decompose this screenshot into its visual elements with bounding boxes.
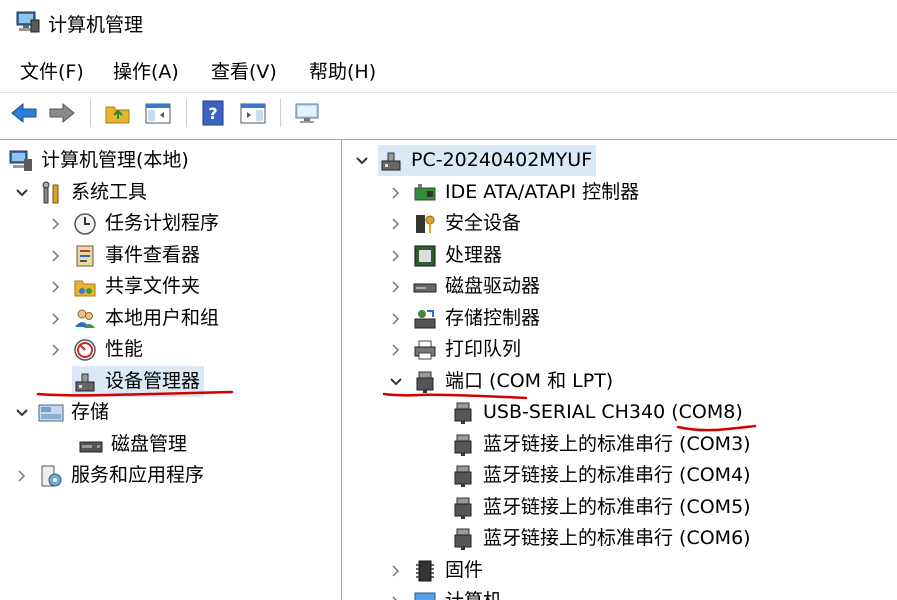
- tree-item-local-users-groups[interactable]: 本地用户和组: [48, 303, 219, 334]
- window-title: 计算机管理: [48, 14, 144, 36]
- forward-icon[interactable]: [46, 97, 78, 129]
- tree-item-port-com3[interactable]: 蓝牙链接上的标准串行 (COM3): [450, 429, 751, 460]
- tree-item-system-tools[interactable]: 系统工具: [14, 177, 147, 208]
- up-folder-icon[interactable]: [102, 97, 134, 129]
- tree-item-computer-category[interactable]: 计算机: [388, 586, 502, 600]
- port-icon: [450, 400, 476, 426]
- chevron-right-icon[interactable]: [48, 279, 64, 295]
- toolbar: ?: [0, 92, 897, 133]
- tree-item-processors[interactable]: 处理器: [388, 240, 502, 271]
- chevron-right-icon[interactable]: [388, 342, 404, 358]
- processor-icon: [412, 243, 438, 269]
- chevron-down-icon[interactable]: [14, 185, 30, 201]
- tree-item-services-apps[interactable]: 服务和应用程序: [14, 460, 204, 491]
- chevron-right-icon[interactable]: [48, 342, 64, 358]
- security-key-icon: [412, 211, 438, 237]
- port-icon: [412, 369, 438, 395]
- tree-item-port-com5[interactable]: 蓝牙链接上的标准串行 (COM5): [450, 492, 751, 523]
- toolbar-separator: [90, 99, 91, 127]
- chevron-right-icon[interactable]: [48, 216, 64, 232]
- storage-controller-icon: [412, 306, 438, 332]
- menu-file[interactable]: 文件(F): [18, 57, 86, 84]
- tree-item-disk-drives[interactable]: 磁盘驱动器: [388, 271, 540, 302]
- tools-icon: [38, 180, 64, 206]
- tree-item-disk-management[interactable]: 磁盘管理: [78, 429, 187, 460]
- menu-help[interactable]: 帮助(H): [307, 57, 378, 84]
- disk-icon: [78, 432, 104, 458]
- menu-bar: 文件(F) 操作(A) 查看(V) 帮助(H): [0, 54, 897, 88]
- port-icon: [450, 495, 476, 521]
- computer-management-icon: [15, 10, 41, 38]
- toolbar-separator: [280, 99, 281, 127]
- tree-item-port-com6[interactable]: 蓝牙链接上的标准串行 (COM6): [450, 523, 751, 554]
- tree-item-event-viewer[interactable]: 事件查看器: [48, 240, 200, 271]
- monitor-icon: [412, 589, 438, 600]
- device-manager-icon: [72, 369, 98, 395]
- tree-item-ide-controllers[interactable]: IDE ATA/ATAPI 控制器: [388, 177, 639, 208]
- chevron-right-icon[interactable]: [388, 248, 404, 264]
- tree-item-print-queues[interactable]: 打印队列: [388, 334, 521, 365]
- device-tree-pane: PC-20240402MYUF IDE ATA/ATAPI 控制器 安全设备 处…: [342, 140, 897, 600]
- tree-item-computer-node[interactable]: PC-20240402MYUF: [354, 145, 597, 176]
- chevron-down-icon[interactable]: [354, 153, 370, 169]
- tree-item-security-devices[interactable]: 安全设备: [388, 208, 521, 239]
- console-tree-pane: 计算机管理(本地) 系统工具 任务计划程序 事件查看器 共享文件夹 本地用户和组…: [0, 140, 333, 600]
- tree-item-shared-folders[interactable]: 共享文件夹: [48, 271, 200, 302]
- printer-icon: [412, 337, 438, 363]
- chevron-right-icon[interactable]: [388, 563, 404, 579]
- port-icon: [450, 432, 476, 458]
- ide-controller-icon: [412, 180, 438, 206]
- svg-text:?: ?: [208, 104, 217, 123]
- tree-item-task-scheduler[interactable]: 任务计划程序: [48, 208, 219, 239]
- chevron-right-icon[interactable]: [388, 185, 404, 201]
- computer-management-icon: [8, 148, 34, 174]
- chevron-right-icon[interactable]: [48, 248, 64, 264]
- chevron-right-icon[interactable]: [388, 594, 404, 600]
- computer-node-highlight: PC-20240402MYUF: [378, 145, 597, 176]
- tree-item-computer-management[interactable]: 计算机管理(本地): [8, 145, 189, 176]
- tree-item-performance[interactable]: 性能: [48, 334, 143, 365]
- tree-item-storage[interactable]: 存储: [14, 397, 109, 428]
- show-hide-tree-icon[interactable]: [142, 97, 174, 129]
- title-bar: 计算机管理: [0, 0, 897, 46]
- tree-item-port-com4[interactable]: 蓝牙链接上的标准串行 (COM4): [450, 460, 751, 491]
- menu-view[interactable]: 查看(V): [209, 57, 279, 84]
- tree-item-firmware[interactable]: 固件: [388, 555, 483, 586]
- back-icon[interactable]: [8, 97, 40, 129]
- disk-drive-icon: [412, 274, 438, 300]
- chevron-down-icon[interactable]: [388, 374, 404, 390]
- users-icon: [72, 306, 98, 332]
- clock-icon: [72, 211, 98, 237]
- storage-icon: [38, 400, 64, 426]
- chevron-right-icon[interactable]: [388, 311, 404, 327]
- chevron-right-icon[interactable]: [48, 311, 64, 327]
- event-viewer-icon: [72, 243, 98, 269]
- tree-item-storage-controllers[interactable]: 存储控制器: [388, 303, 540, 334]
- toolbar-separator: [186, 99, 187, 127]
- scan-hardware-icon[interactable]: [291, 97, 323, 129]
- chevron-right-icon[interactable]: [388, 216, 404, 232]
- port-icon: [450, 463, 476, 489]
- performance-icon: [72, 337, 98, 363]
- chevron-right-icon[interactable]: [14, 468, 30, 484]
- firmware-icon: [412, 558, 438, 584]
- port-icon: [450, 526, 476, 552]
- help-icon[interactable]: ?: [197, 97, 229, 129]
- chevron-down-icon[interactable]: [14, 405, 30, 421]
- pc-icon: [378, 148, 404, 174]
- show-hide-action-pane-icon[interactable]: [237, 97, 269, 129]
- tree-item-port-com8[interactable]: USB-SERIAL CH340 (COM8): [450, 397, 743, 428]
- tree-item-device-manager[interactable]: 设备管理器: [72, 366, 205, 397]
- shared-folder-icon: [72, 274, 98, 300]
- services-icon: [38, 463, 64, 489]
- menu-action[interactable]: 操作(A): [111, 57, 181, 84]
- tree-item-ports[interactable]: 端口 (COM 和 LPT): [388, 366, 613, 397]
- chevron-right-icon[interactable]: [388, 279, 404, 295]
